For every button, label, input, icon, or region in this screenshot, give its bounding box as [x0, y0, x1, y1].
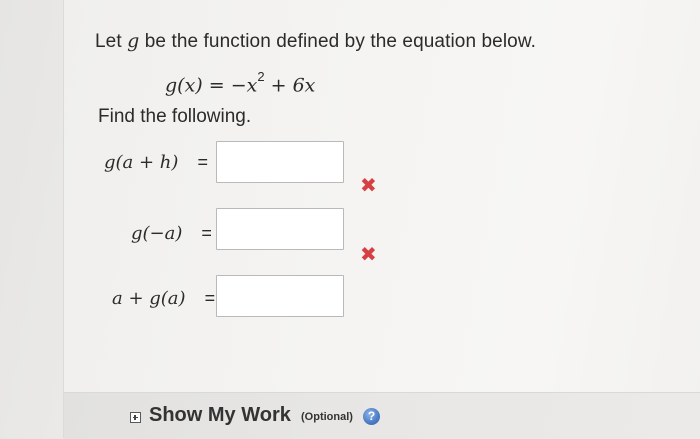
item-3-equals: = — [204, 288, 216, 308]
plus-square-icon[interactable] — [130, 412, 141, 423]
item-1-label: g(a + h) — [104, 152, 179, 173]
incorrect-x-icon: ✖ — [360, 242, 377, 266]
answer-input-2[interactable] — [216, 208, 344, 250]
equation-relation: = −x — [202, 74, 258, 97]
question-circle-icon[interactable]: ? — [363, 408, 380, 425]
find-instruction: Find the following. — [98, 106, 252, 127]
show-my-work-toggle[interactable]: Show My Work — [149, 404, 291, 427]
question-panel — [64, 0, 700, 438]
equation-exponent: 2 — [257, 69, 265, 84]
item-2-label: g(−a) — [131, 223, 183, 244]
function-equation: g(x) = −x2 + 6x — [165, 69, 316, 97]
answer-input-3[interactable] — [216, 275, 344, 317]
prompt-prefix: Let — [95, 31, 128, 52]
prompt-suffix: be the function defined by the equation … — [139, 31, 536, 52]
equation-rest: + 6x — [264, 74, 316, 97]
answer-input-1[interactable] — [216, 141, 344, 183]
equation-lhs: g(x) — [165, 74, 203, 97]
item-1-equals: = — [197, 152, 208, 172]
item-3-label: a + g(a) — [112, 288, 186, 309]
prompt-variable: g — [127, 30, 140, 52]
problem-statement: Let g be the function defined by the equ… — [95, 30, 536, 53]
incorrect-x-icon: ✖ — [360, 173, 377, 197]
item-2-equals: = — [201, 223, 212, 243]
item-2-expression: g(−a) = — [131, 223, 212, 244]
item-3-expression: a + g(a) = — [112, 288, 215, 309]
optional-label: (Optional) — [301, 411, 353, 423]
item-1-expression: g(a + h) = — [104, 152, 208, 173]
